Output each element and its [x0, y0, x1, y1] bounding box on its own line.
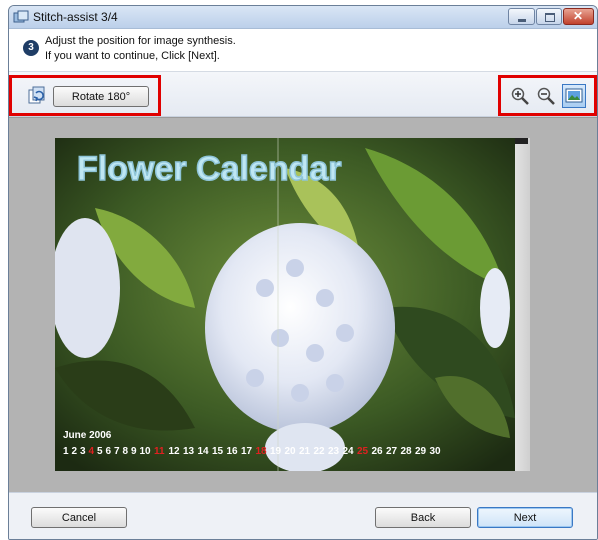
window-title: Stitch-assist 3/4 — [33, 10, 118, 24]
zoom-in-icon[interactable] — [510, 86, 530, 106]
footer-bar: Cancel Back Next — [9, 492, 597, 539]
instruction-panel: 3 Adjust the position for image synthesi… — [9, 29, 597, 72]
calendar-day-11: 11 — [154, 446, 165, 457]
calendar-day-24: 24 — [343, 446, 355, 457]
close-icon[interactable] — [563, 8, 594, 25]
calendar-month-text: June 2006 — [63, 430, 112, 441]
calendar-day-2: 2 — [72, 446, 78, 457]
calendar-day-22: 22 — [314, 446, 326, 457]
calendar-day-6: 6 — [106, 446, 112, 457]
calendar-day-20: 20 — [285, 446, 297, 457]
calendar-day-28: 28 — [401, 446, 413, 457]
app-icon — [13, 10, 29, 23]
calendar-day-3: 3 — [80, 446, 86, 457]
calendar-day-25: 25 — [357, 446, 369, 457]
toolbar: Rotate 180° — [9, 72, 597, 117]
step-number-badge: 3 — [23, 40, 39, 56]
calendar-day-10: 10 — [140, 446, 152, 457]
preview-area[interactable]: Flower Calendar June 2006 1 2 3 4 5 6 7 8 9 10 11 1… — [9, 117, 597, 493]
calendar-day-12: 12 — [169, 446, 181, 457]
rotate-180-button[interactable]: Rotate 180° — [53, 86, 149, 107]
calendar-day-14: 14 — [198, 446, 210, 457]
maximize-icon[interactable] — [536, 8, 562, 25]
calendar-day-5: 5 — [97, 446, 103, 457]
calendar-day-1: 1 — [63, 446, 69, 457]
calendar-day-4: 4 — [89, 446, 95, 457]
calendar-day-16: 16 — [227, 446, 239, 457]
minimize-icon[interactable] — [508, 8, 535, 25]
instruction-text-line2: If you want to continue, Click [Next]. — [45, 50, 220, 62]
calendar-title-text: Flower Calendar — [77, 150, 342, 188]
zoom-out-icon[interactable] — [536, 86, 556, 106]
back-button[interactable]: Back — [375, 507, 471, 528]
stitched-image-preview[interactable]: Flower Calendar June 2006 1 2 3 4 5 6 7 8 9 10 11 1… — [55, 138, 515, 471]
calendar-day-19: 19 — [270, 446, 282, 457]
rotate-icon — [28, 86, 45, 104]
fit-to-window-icon[interactable] — [562, 84, 586, 108]
calendar-day-15: 15 — [212, 446, 224, 457]
stitch-assist-window: Stitch-assist 3/4 3 Adjust the position … — [8, 5, 598, 540]
next-button[interactable]: Next — [477, 507, 573, 528]
title-bar: Stitch-assist 3/4 — [9, 6, 597, 29]
calendar-day-27: 27 — [386, 446, 398, 457]
calendar-day-23: 23 — [328, 446, 340, 457]
calendar-day-30: 30 — [430, 446, 442, 457]
calendar-day-21: 21 — [299, 446, 311, 457]
calendar-day-8: 8 — [123, 446, 129, 457]
calendar-day-29: 29 — [415, 446, 427, 457]
calendar-day-26: 26 — [372, 446, 384, 457]
calendar-day-13: 13 — [183, 446, 195, 457]
calendar-day-7: 7 — [114, 446, 120, 457]
calendar-day-17: 17 — [241, 446, 253, 457]
instruction-text-line1: Adjust the position for image synthesis. — [45, 35, 236, 47]
calendar-day-18: 18 — [256, 446, 268, 457]
calendar-day-9: 9 — [131, 446, 137, 457]
cancel-button[interactable]: Cancel — [31, 507, 127, 528]
fit-image-glyph — [565, 88, 583, 103]
